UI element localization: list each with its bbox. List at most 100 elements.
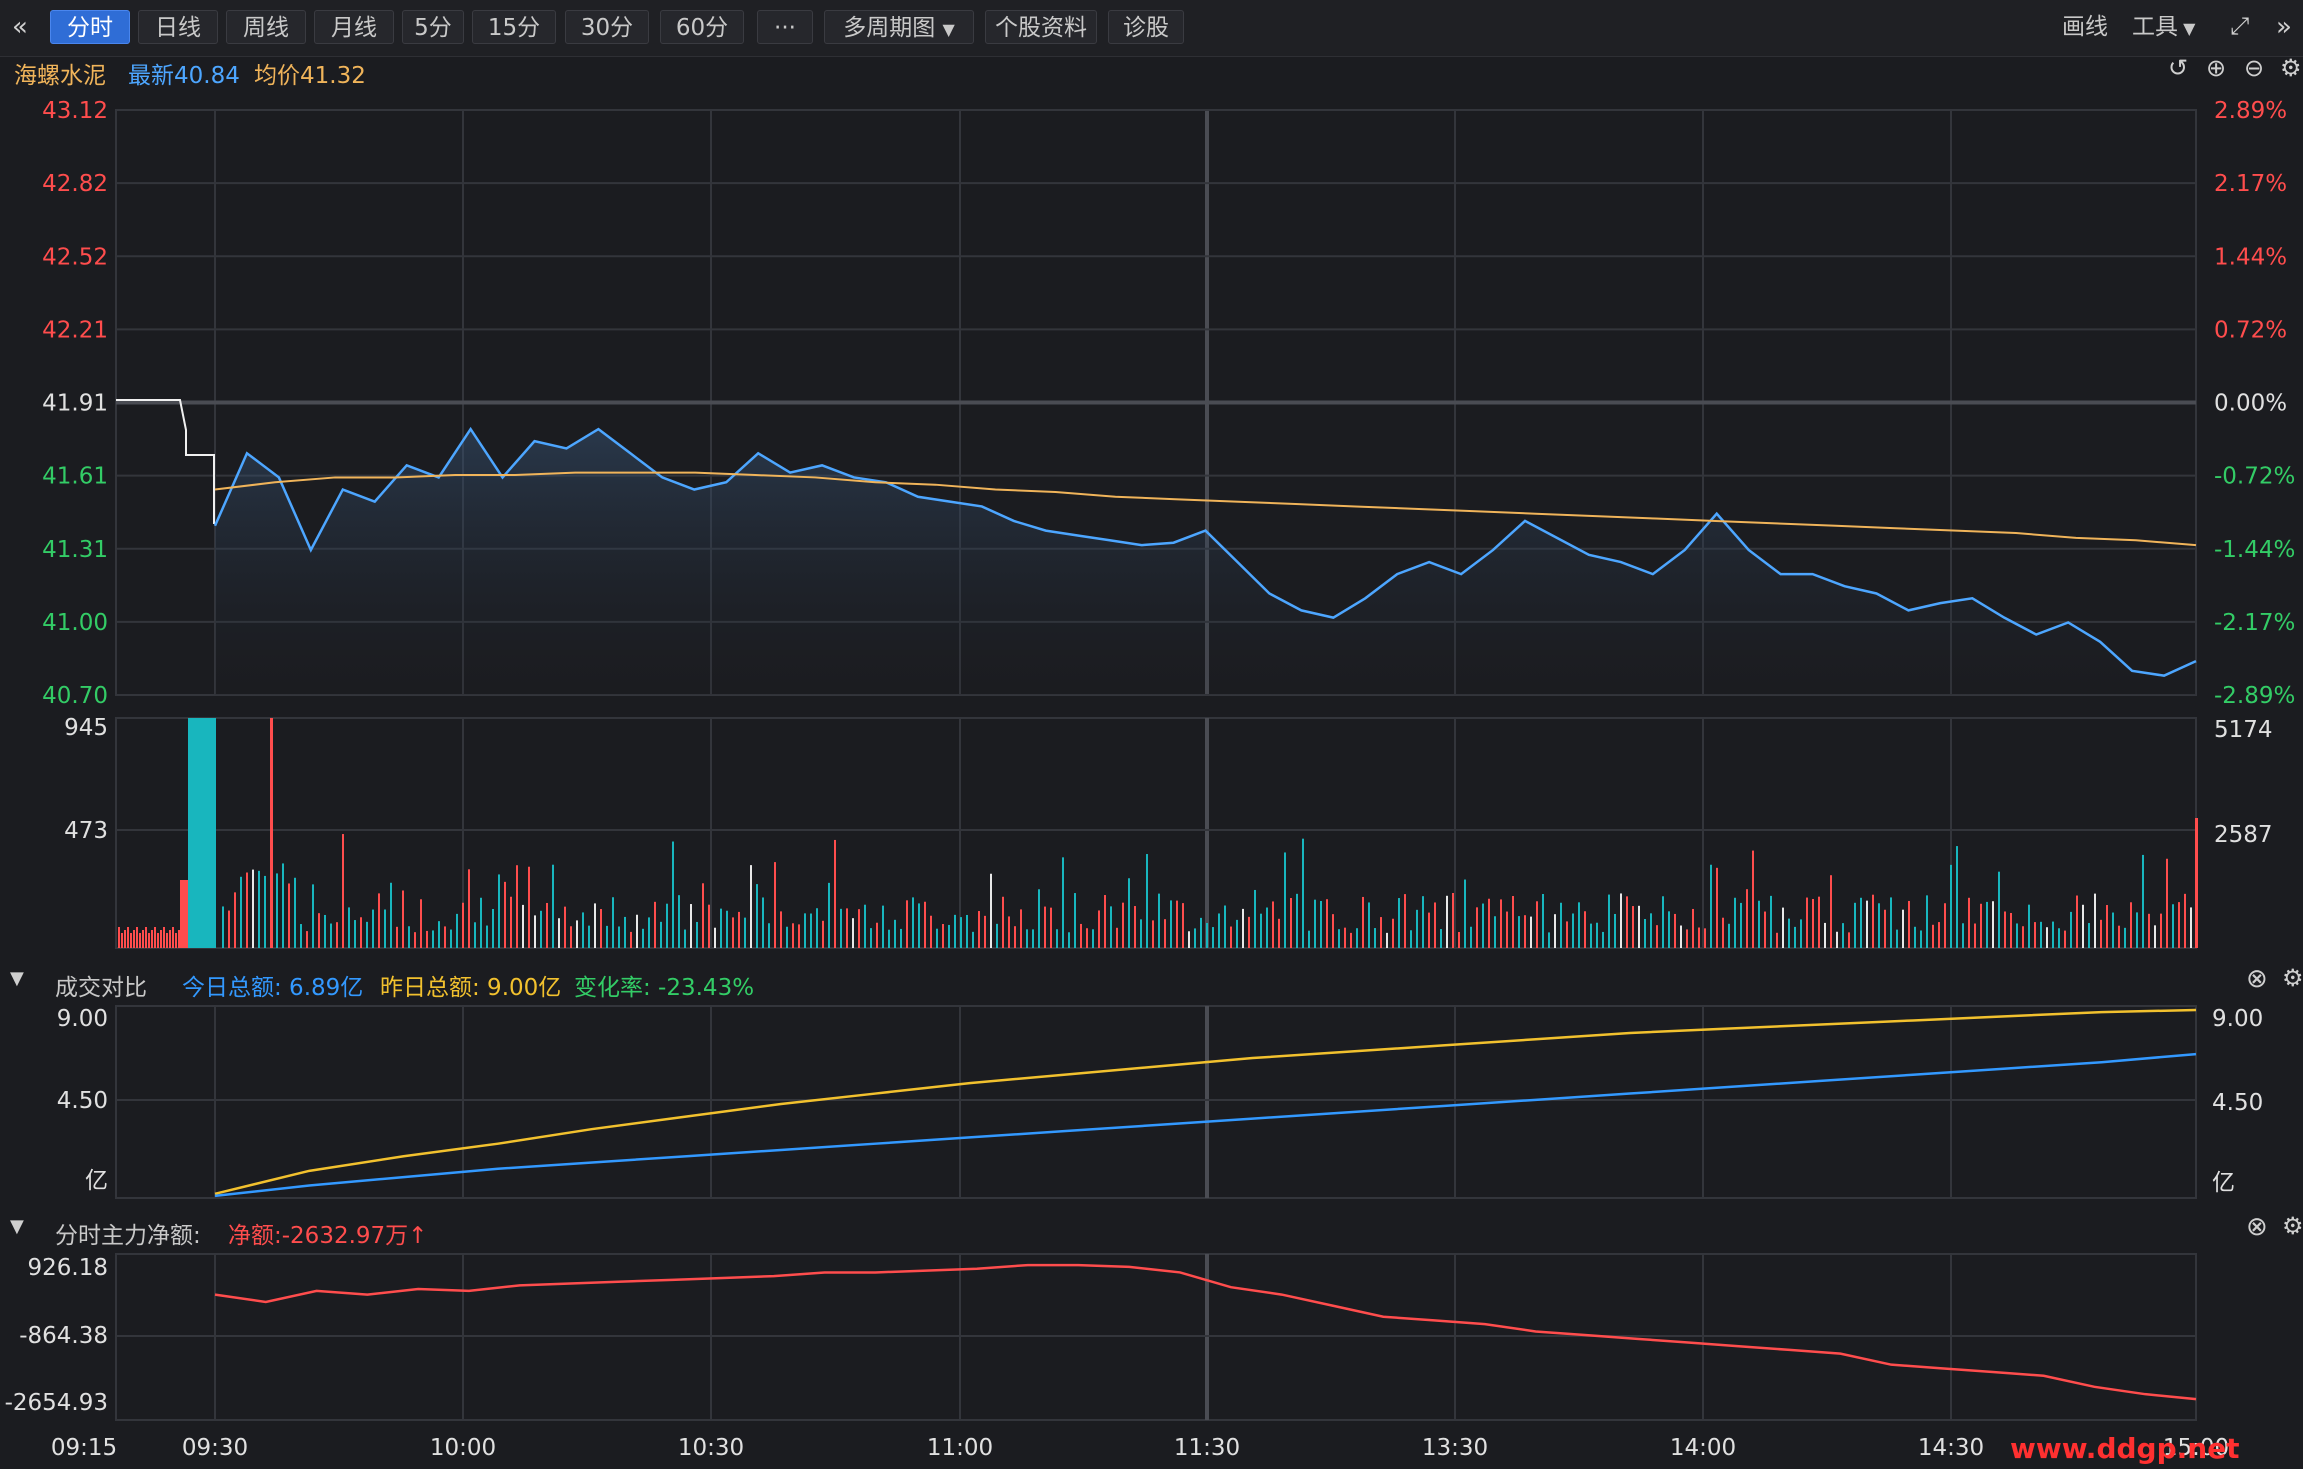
volume-bar [804,913,806,948]
volume-bar [1842,923,1844,948]
volume-bar [1422,896,1424,948]
volume-bar [1182,903,1184,948]
volume-bar [1614,913,1616,948]
volume-bar [2004,911,2006,948]
panel-frame-2 [115,1005,2197,1199]
volume-bar [276,873,278,948]
pct-tick-right: -1.44% [2214,537,2295,563]
volume-bar [1296,893,1298,948]
volume-bar [1674,913,1676,948]
volume-bar [1572,913,1574,948]
volume-bar [136,927,138,948]
volume-bar [1920,930,1922,948]
volume-bar [1596,922,1598,948]
flow-tick: 926.18 [28,1255,108,1281]
volume-bar [1524,915,1526,948]
volume-bar [1680,925,1682,948]
volume-bar [2052,921,2054,948]
volume-bar [1392,918,1394,948]
time-tick: 09:30 [182,1435,248,1461]
volume-bar [918,903,920,948]
volume-bar [1104,895,1106,948]
cmp-tick-left: 亿 [85,1168,108,1194]
volume-bar [2088,923,2090,948]
volume-bar [270,881,272,948]
volume-bar [846,908,848,948]
volume-bar [570,926,572,948]
volume-bar [792,923,794,948]
volume-bar [1944,903,1946,948]
volume-bar [2118,925,2120,948]
volume-bar [1314,899,1316,948]
volume-bar [1434,902,1436,948]
volume-bar [306,931,308,948]
volume-bar [1278,918,1280,948]
volume-bar [972,931,974,948]
volume-bar [1284,852,1286,948]
volume-bar [1638,905,1640,948]
volume-bar [522,904,524,948]
volume-bar [1566,921,1568,948]
volume-bar [1338,929,1340,948]
volume-bar [594,903,596,948]
volume-bar [582,912,584,948]
volume-bar [1548,932,1550,948]
volume-bar [2178,902,2180,948]
volume-bar [1002,896,1004,948]
volume-bar [618,926,620,948]
volume-bar [942,924,944,948]
volume-bar [160,930,162,948]
volume-bar [648,917,650,948]
volume-bar [390,882,392,948]
pct-tick-right: 0.72% [2214,317,2287,343]
volume-bar [810,913,812,948]
volume-bar [246,872,248,948]
volume-bar [1764,911,1766,948]
volume-bar [1896,929,1898,948]
volume-bar [1656,925,1658,948]
volume-bar [2034,922,2036,948]
time-tick: 09:15 [51,1435,117,1461]
volume-bar [1026,929,1028,948]
volume-bar [1710,864,1712,948]
volume-bar [1902,909,1904,948]
chart-canvas[interactable]: 43.12 2.89% 42.82 2.17% 42.52 1.44% 42.21 0.72%… [0,0,2303,1469]
price-tick-left: 41.91 [42,391,108,417]
volume-bar [468,869,470,948]
volume-bar [188,718,216,948]
price-tick-left: 40.70 [42,683,108,709]
volume-bar [786,926,788,948]
price-tick-left: 41.31 [42,537,108,563]
volume-bar [1608,894,1610,948]
volume-bar [672,841,674,948]
volume-bar [1098,910,1100,948]
price-tick-left: 42.82 [42,171,108,197]
volume-bar [151,930,153,948]
volume-bar [282,863,284,948]
volume-bar [606,925,608,948]
volume-bar [426,930,428,948]
volume-bar [1836,931,1838,948]
volume-bar [1068,932,1070,948]
volume-bar [936,928,938,948]
volume-bar [1854,902,1856,948]
volume-bar [2112,912,2114,948]
volume-bar [684,929,686,948]
volume-bar [1464,879,1466,948]
volume-bar [528,866,530,948]
volume-bar [1476,907,1478,948]
volume-bar [142,930,144,948]
volume-bar [624,916,626,948]
volume-bar [774,862,776,948]
volume-bar [510,896,512,948]
pct-tick-right: 1.44% [2214,244,2287,270]
vol-tick-right: 2587 [2214,822,2273,848]
volume-bar [840,908,842,948]
cmp-tick-right: 亿 [2212,1170,2235,1196]
volume-bar [1242,908,1244,948]
volume-bar [121,933,123,948]
volume-bar [1380,917,1382,948]
volume-bar [2082,904,2084,948]
volume-bar [834,839,836,948]
time-tick: 10:00 [430,1435,496,1461]
